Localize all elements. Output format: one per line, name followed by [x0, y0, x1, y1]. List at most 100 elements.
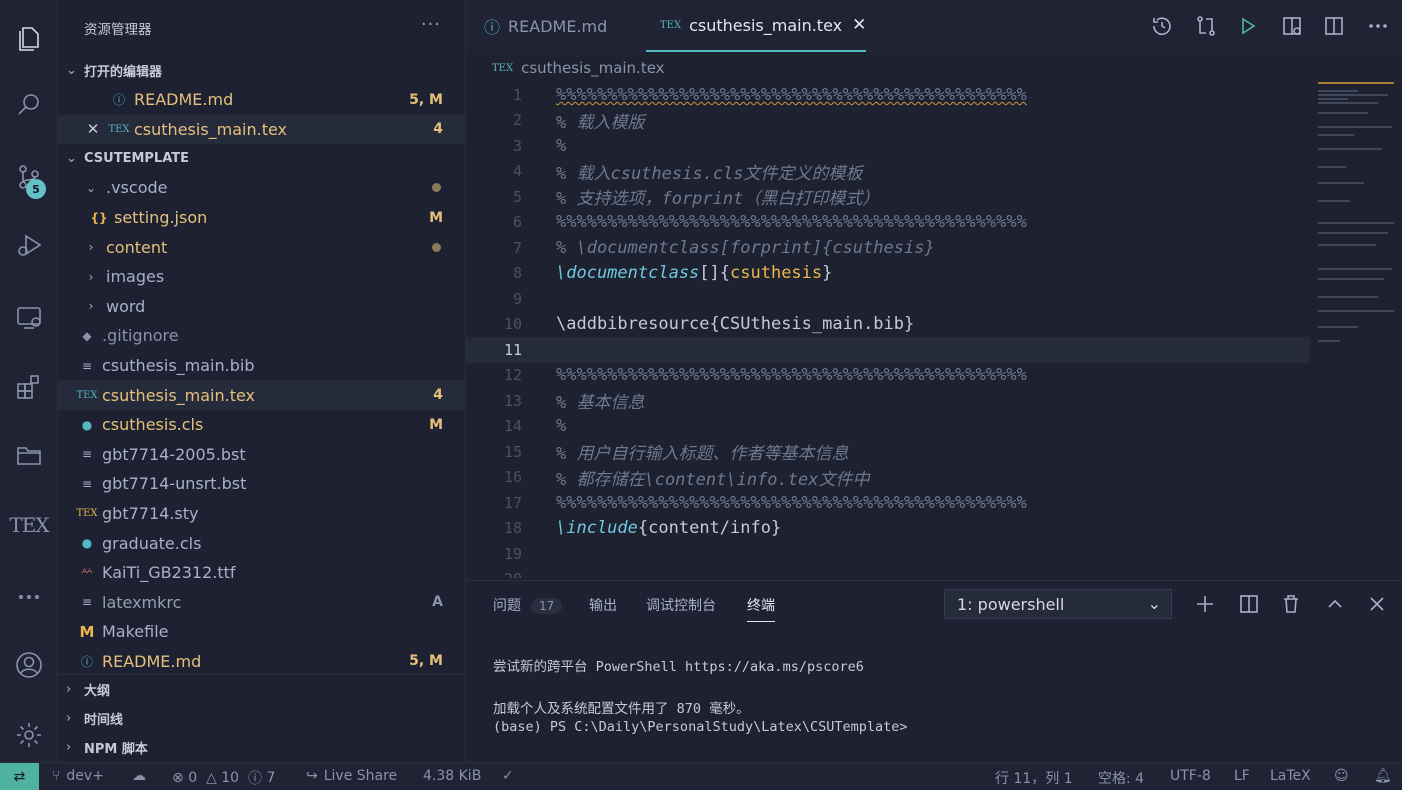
tree-file-setting-json[interactable]: {} setting.json M	[58, 203, 465, 233]
code-line: % 支持选项，forprint（黑白打印模式）	[556, 189, 880, 210]
more-actions-icon[interactable]: ···	[421, 14, 441, 35]
tab-output[interactable]: 输出	[589, 595, 617, 615]
tree-file-gbt2005[interactable]: ≡ gbt7714-2005.bst	[58, 440, 465, 470]
chevron-right-icon: ›	[66, 740, 72, 755]
check-icon[interactable]: ✓	[502, 768, 514, 784]
breadcrumb[interactable]: TEX csuthesis_main.tex	[466, 56, 665, 80]
tree-file-latexmkrc[interactable]: ≡ latexmkrc A	[58, 588, 465, 618]
explorer-icon[interactable]	[0, 14, 58, 60]
tex-icon[interactable]: TEX	[0, 502, 58, 548]
problems-indicator[interactable]: ⊗ 0 △ 10 ⓘ 7	[172, 768, 275, 788]
tab-readme[interactable]: ⓘ README.md	[484, 0, 644, 52]
terminal-select[interactable]: 1: powershell ⌄	[944, 589, 1172, 619]
cls-file-icon: ●	[81, 417, 93, 432]
code-line: % 载入模版	[556, 112, 645, 133]
split-terminal-icon[interactable]	[1238, 593, 1260, 615]
close-icon[interactable]: ✕	[82, 120, 104, 138]
notifications-bell-icon[interactable]: 🔔︎	[1374, 768, 1392, 784]
close-icon[interactable]: ✕	[852, 15, 866, 35]
extensions-icon[interactable]	[0, 364, 58, 410]
tree-folder-images[interactable]: › images	[58, 262, 465, 292]
project-header[interactable]: ⌄ CSUTEMPLATE	[58, 144, 465, 173]
tab-main-tex[interactable]: TEX csuthesis_main.tex ✕	[646, 0, 866, 52]
encoding[interactable]: UTF-8	[1170, 768, 1211, 784]
code-line: \documentclass[]{csuthesis}	[556, 263, 833, 284]
tree-folder-content[interactable]: › content	[58, 232, 465, 262]
chevron-right-icon: ›	[66, 711, 72, 726]
branch-indicator[interactable]: ⑂ dev+	[52, 768, 104, 784]
terminal-prompt[interactable]: (base) PS C:\Daily\PersonalStudy\Latex\C…	[493, 719, 908, 735]
file-lines-icon: ≡	[81, 447, 93, 462]
timeline-icon[interactable]	[1150, 14, 1174, 38]
compare-changes-icon[interactable]	[1194, 14, 1218, 38]
code-line: %	[556, 416, 567, 437]
tree-file-bib[interactable]: ≡ csuthesis_main.bib	[58, 351, 465, 381]
tex-file-icon: TEX	[108, 123, 130, 135]
open-editor-main-tex[interactable]: ✕ TEX csuthesis_main.tex 4	[58, 114, 465, 145]
bottom-panel: 问题 17 输出 调试控制台 终端 1: powershell ⌄ 尝试新的跨平台…	[466, 580, 1402, 762]
preview-icon[interactable]	[1280, 14, 1304, 38]
explorer-sidebar: 资源管理器 ··· ⌄ 打开的编辑器 ⓘ README.md 5, M ✕ TE…	[58, 0, 466, 762]
open-editor-readme[interactable]: ⓘ README.md 5, M	[58, 85, 465, 115]
code-line: % 基本信息	[556, 393, 645, 414]
tree-file-graduate-cls[interactable]: ● graduate.cls	[58, 528, 465, 558]
timeline-header[interactable]: › 时间线	[58, 704, 465, 733]
tree-file-kaiti-ttf[interactable]: ᴬᴬ KaiTi_GB2312.ttf	[58, 558, 465, 588]
settings-gear-icon[interactable]	[0, 712, 58, 758]
remote-explorer-icon[interactable]	[0, 294, 58, 340]
chevron-right-icon: ›	[66, 682, 72, 697]
open-editors-header[interactable]: ⌄ 打开的编辑器	[58, 56, 465, 85]
folder-icon[interactable]	[0, 432, 58, 478]
tex-file-icon: TEX	[492, 62, 514, 74]
tree-folder-word[interactable]: › word	[58, 292, 465, 322]
tree-file-gbt-sty[interactable]: TEX gbt7714.sty	[58, 499, 465, 529]
more-icon[interactable]	[0, 574, 58, 620]
language-mode[interactable]: LaTeX	[1270, 768, 1311, 784]
font-file-icon: ᴬᴬ	[81, 565, 93, 580]
new-terminal-icon[interactable]	[1194, 593, 1216, 615]
split-editor-icon[interactable]	[1322, 14, 1346, 38]
tree-folder-vscode[interactable]: ⌄ .vscode	[58, 173, 465, 203]
tree-file-readme[interactable]: ⓘ README.md 5, M	[58, 647, 465, 677]
tree-file-main-tex[interactable]: TEX csuthesis_main.tex 4	[58, 380, 465, 410]
code-line: %%%%%%%%%%%%%%%%%%%%%%%%%%%%%%%%%%%%%%%%…	[556, 84, 1027, 105]
cursor-position[interactable]: 行 11，列 1	[995, 768, 1073, 788]
file-lines-icon: ≡	[81, 595, 93, 610]
error-icon: ⊗	[172, 770, 184, 786]
close-panel-icon[interactable]	[1366, 593, 1388, 615]
trash-icon[interactable]	[1280, 593, 1302, 615]
terminal-line: 加载个人及系统配置文件用了 870 毫秒。	[493, 701, 750, 717]
live-share-button[interactable]: ↪ Live Share	[306, 768, 397, 784]
code-editor[interactable]: 1%%%%%%%%%%%%%%%%%%%%%%%%%%%%%%%%%%%%%%%…	[466, 82, 1402, 578]
remote-indicator-icon[interactable]: ⇄	[0, 763, 39, 790]
code-line: \addbibresource{CSUthesis_main.bib}	[556, 314, 915, 335]
maximize-panel-icon[interactable]	[1324, 593, 1346, 615]
outline-header[interactable]: › 大纲	[58, 675, 465, 704]
more-actions-icon[interactable]	[1366, 14, 1390, 38]
feedback-icon[interactable]: ☺	[1334, 768, 1349, 784]
terminal-line: 尝试新的跨平台 PowerShell https://aka.ms/pscore…	[493, 659, 864, 675]
run-debug-icon[interactable]	[0, 222, 58, 268]
run-icon[interactable]	[1236, 14, 1260, 38]
indentation[interactable]: 空格: 4	[1098, 768, 1144, 788]
sidebar-title: 资源管理器 ···	[84, 14, 441, 38]
eol[interactable]: LF	[1234, 768, 1250, 784]
npm-scripts-header[interactable]: › NPM 脚本	[58, 733, 465, 762]
cls-file-icon: ●	[81, 536, 93, 551]
chevron-right-icon: ›	[88, 240, 94, 255]
search-icon[interactable]	[0, 82, 58, 128]
tab-terminal[interactable]: 终端	[747, 595, 775, 622]
tab-debug-console[interactable]: 调试控制台	[646, 595, 716, 615]
minimap[interactable]	[1318, 82, 1396, 352]
sync-icon[interactable]: ☁	[132, 768, 146, 784]
tree-file-gitignore[interactable]: ◆ .gitignore	[58, 321, 465, 351]
account-icon[interactable]	[0, 642, 58, 688]
makefile-icon: M	[79, 622, 95, 641]
tree-file-gbt-unsrt[interactable]: ≡ gbt7714-unsrt.bst	[58, 469, 465, 499]
tab-problems[interactable]: 问题 17	[493, 595, 563, 615]
source-control-icon[interactable]: 5	[0, 154, 58, 200]
tree-file-csuthesis-cls[interactable]: ● csuthesis.cls M	[58, 410, 465, 440]
tree-file-makefile[interactable]: M Makefile	[58, 617, 465, 647]
file-size: 4.38 KiB	[423, 768, 482, 784]
status-bar: ⇄ ⑂ dev+ ☁ ⊗ 0 △ 10 ⓘ 7 ↪ Live Share 4.38 …	[0, 762, 1402, 790]
